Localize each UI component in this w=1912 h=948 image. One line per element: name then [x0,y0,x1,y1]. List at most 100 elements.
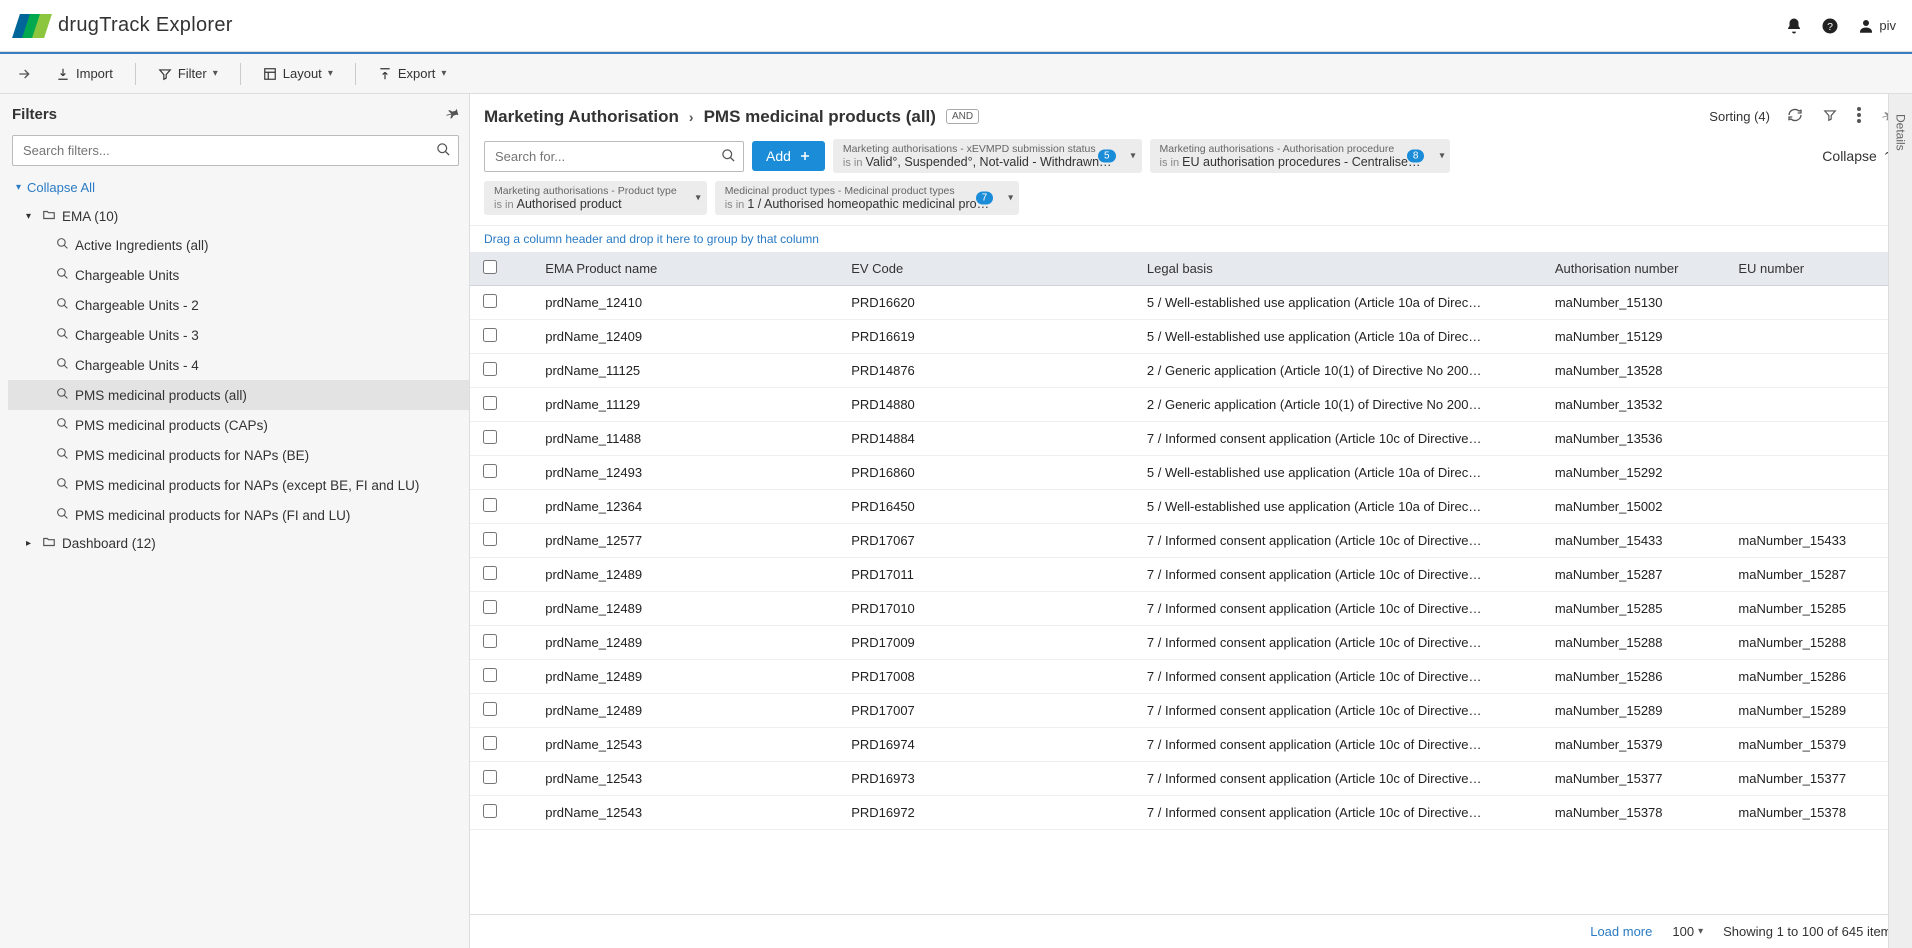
details-rail[interactable]: Details [1888,94,1912,948]
row-checkbox[interactable] [483,566,497,580]
row-checkbox[interactable] [483,736,497,750]
row-checkbox[interactable] [483,600,497,614]
row-checkbox[interactable] [483,362,497,376]
cell-eu-number: maNumber_15433 [1728,524,1912,558]
table-row[interactable]: prdName_12543 PRD16974 7 / Informed cons… [470,728,1912,762]
showing-text: Showing 1 to 100 of 645 items [1723,924,1898,939]
row-checkbox[interactable] [483,498,497,512]
tree-item[interactable]: PMS medicinal products for NAPs (except … [8,470,469,500]
chip-title: Marketing authorisations - Authorisation… [1160,143,1421,155]
tree-item[interactable]: Chargeable Units - 4 [8,350,469,380]
username: piv [1879,18,1896,33]
collapse-toggle[interactable]: Collapse ⌃ [1822,148,1898,164]
breadcrumb: Marketing Authorisation › PMS medicinal … [484,107,979,127]
cell-eu-number [1728,354,1912,388]
filter-icon[interactable] [1820,105,1840,128]
help-icon[interactable]: ? [1821,17,1839,35]
table-row[interactable]: prdName_12409 PRD16619 5 / Well-establis… [470,320,1912,354]
row-checkbox[interactable] [483,634,497,648]
chip-count-badge: 7 [976,192,994,205]
table-row[interactable]: prdName_12489 PRD17009 7 / Informed cons… [470,626,1912,660]
tree-item-label: Active Ingredients (all) [75,238,209,253]
row-checkbox[interactable] [483,702,497,716]
user-menu[interactable]: piv [1857,17,1896,35]
chevron-down-icon: ▾ [1131,151,1136,162]
search-icon [56,387,69,403]
collapse-all-link[interactable]: ▾Collapse All [8,176,469,203]
search-for-input[interactable] [484,141,744,172]
row-checkbox[interactable] [483,668,497,682]
table-row[interactable]: prdName_11488 PRD14884 7 / Informed cons… [470,422,1912,456]
notifications-icon[interactable] [1785,17,1803,35]
table-row[interactable]: prdName_12364 PRD16450 5 / Well-establis… [470,490,1912,524]
tree-item[interactable]: PMS medicinal products for NAPs (FI and … [8,500,469,530]
table-footer: Load more 100▾ Showing 1 to 100 of 645 i… [470,914,1912,948]
caret-down-icon: ▾ [26,211,36,222]
col-eu-number[interactable]: EU number [1728,252,1912,286]
chevron-down-icon: ▾ [213,68,218,79]
select-all-header[interactable] [470,252,511,286]
cell-auth-number: maNumber_15287 [1545,558,1729,592]
search-icon [56,237,69,253]
table-row[interactable]: prdName_12493 PRD16860 5 / Well-establis… [470,456,1912,490]
col-auth-number[interactable]: Authorisation number [1545,252,1729,286]
filter-chip[interactable]: Marketing authorisations - Authorisation… [1150,139,1451,173]
sorting-label[interactable]: Sorting (4) [1709,109,1770,124]
cell-legal-basis: 7 / Informed consent application (Articl… [1137,524,1545,558]
tree-group[interactable]: ▾ EMA (10) [8,203,469,230]
tree-item[interactable]: Chargeable Units - 3 [8,320,469,350]
table-row[interactable]: prdName_12489 PRD17010 7 / Informed cons… [470,592,1912,626]
load-more-link[interactable]: Load more [1590,924,1652,939]
table-row[interactable]: prdName_12577 PRD17067 7 / Informed cons… [470,524,1912,558]
logic-badge[interactable]: AND [946,109,979,124]
table-row[interactable]: prdName_12489 PRD17007 7 / Informed cons… [470,694,1912,728]
import-button[interactable]: Import [46,61,123,86]
filter-chip[interactable]: Medicinal product types - Medicinal prod… [715,181,1019,215]
table-row[interactable]: prdName_12410 PRD16620 5 / Well-establis… [470,286,1912,320]
more-icon[interactable] [1854,104,1864,129]
filter-button[interactable]: Filter▾ [148,61,228,86]
filter-chip[interactable]: Marketing authorisations - Product type … [484,181,707,215]
row-checkbox[interactable] [483,532,497,546]
export-button[interactable]: Export▾ [368,61,457,86]
tree-item[interactable]: Chargeable Units - 2 [8,290,469,320]
row-checkbox[interactable] [483,464,497,478]
tree-item[interactable]: PMS medicinal products (all) [8,380,469,410]
cell-legal-basis: 7 / Informed consent application (Articl… [1137,626,1545,660]
pin-icon[interactable] [442,104,463,126]
table-row[interactable]: prdName_12543 PRD16973 7 / Informed cons… [470,762,1912,796]
tree-item[interactable]: Active Ingredients (all) [8,230,469,260]
table-row[interactable]: prdName_11125 PRD14876 2 / Generic appli… [470,354,1912,388]
row-checkbox[interactable] [483,804,497,818]
page-size-select[interactable]: 100▾ [1672,924,1703,939]
breadcrumb-level-1[interactable]: Marketing Authorisation [484,107,679,127]
toolbar-expand-icon[interactable] [10,66,38,82]
row-checkbox[interactable] [483,770,497,784]
chevron-down-icon: ▾ [441,68,446,79]
group-by-hint[interactable]: Drag a column header and drop it here to… [470,225,1912,252]
table-row[interactable]: prdName_11129 PRD14880 2 / Generic appli… [470,388,1912,422]
col-ev-code[interactable]: EV Code [841,252,1137,286]
table-row[interactable]: prdName_12489 PRD17008 7 / Informed cons… [470,660,1912,694]
row-checkbox[interactable] [483,430,497,444]
tree-group[interactable]: ▸ Dashboard (12) [8,530,469,557]
add-button[interactable]: Add [752,141,825,171]
col-legal-basis[interactable]: Legal basis [1137,252,1545,286]
tree-item[interactable]: PMS medicinal products (CAPs) [8,410,469,440]
row-checkbox[interactable] [483,328,497,342]
row-checkbox[interactable] [483,396,497,410]
chevron-down-icon: ▾ [328,68,333,79]
tree-item[interactable]: PMS medicinal products for NAPs (BE) [8,440,469,470]
tree-item[interactable]: Chargeable Units [8,260,469,290]
table-row[interactable]: prdName_12489 PRD17011 7 / Informed cons… [470,558,1912,592]
col-product-name[interactable]: EMA Product name [535,252,841,286]
select-all-checkbox[interactable] [483,260,497,274]
filter-chip[interactable]: Marketing authorisations - xEVMPD submis… [833,139,1142,173]
svg-text:?: ? [1827,20,1833,32]
layout-button[interactable]: Layout▾ [253,61,343,86]
caret-right-icon: ▸ [26,538,36,549]
search-filters-input[interactable] [12,135,459,166]
refresh-icon[interactable] [1784,104,1806,129]
row-checkbox[interactable] [483,294,497,308]
table-row[interactable]: prdName_12543 PRD16972 7 / Informed cons… [470,796,1912,830]
